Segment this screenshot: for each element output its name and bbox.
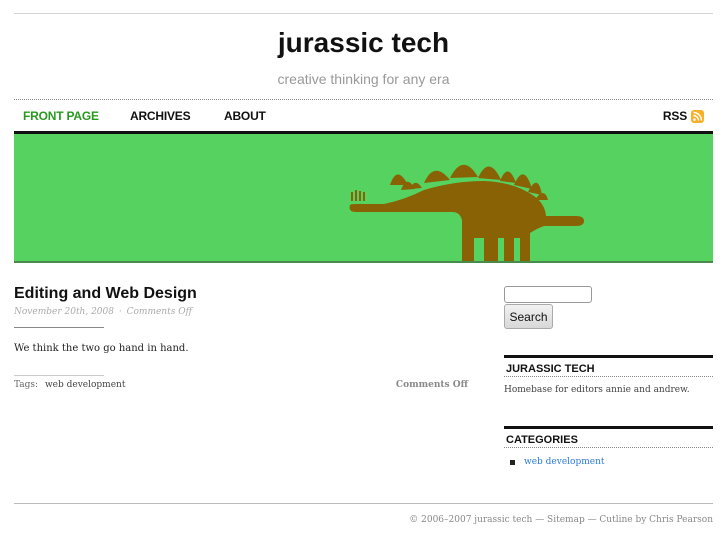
about-widget-text: Homebase for editors annie and andrew. (504, 385, 690, 395)
nav-item-archives[interactable]: ARCHIVES (130, 109, 191, 123)
post-comments-meta: Comments Off (126, 307, 192, 317)
category-item: web development (504, 457, 713, 467)
post-meta: November 20th, 2008 · Comments Off (14, 307, 192, 317)
header-banner (14, 131, 713, 263)
footer-rule (14, 503, 713, 504)
rss-feed-icon (691, 109, 704, 123)
tag-link[interactable]: web development (45, 380, 125, 390)
about-widget-heading: JURASSIC TECH (504, 355, 713, 377)
nav-item-front-page[interactable]: FRONT PAGE (23, 109, 99, 123)
tags-label: Tags: (14, 380, 39, 390)
post-body: We think the two go hand in hand. (14, 343, 189, 354)
search-button[interactable]: Search (504, 304, 553, 329)
about-widget: JURASSIC TECH Homebase for editors annie… (504, 355, 713, 395)
post-title[interactable]: Editing and Web Design (14, 285, 197, 303)
square-bullet-icon (510, 459, 515, 465)
categories-widget: CATEGORIES web development (504, 426, 713, 467)
rss-label: RSS (662, 109, 687, 123)
main-nav: FRONT PAGE ARCHIVES ABOUT RSS (14, 100, 713, 131)
categories-widget-heading: CATEGORIES (504, 426, 713, 448)
category-link[interactable]: web development (524, 457, 604, 467)
category-list: web development (504, 457, 713, 467)
top-rule (14, 13, 713, 14)
footer-text: © 2006–2007 jurassic tech — Sitemap — Cu… (409, 515, 713, 525)
site-title[interactable]: jurassic tech (0, 27, 727, 59)
post-comments-status: Comments Off (395, 380, 468, 390)
stegosaurus-icon (349, 164, 584, 261)
search-input[interactable] (504, 286, 592, 303)
post-date: November 20th, 2008 (14, 307, 114, 317)
post-tags: Tags: web development (14, 380, 125, 390)
nav-item-rss[interactable]: RSS (663, 109, 704, 123)
meta-divider (14, 327, 104, 328)
nav-item-about[interactable]: ABOUT (224, 109, 266, 123)
site-tagline: creative thinking for any era (277, 71, 450, 87)
tags-divider (14, 375, 104, 376)
meta-separator: · (118, 307, 122, 317)
